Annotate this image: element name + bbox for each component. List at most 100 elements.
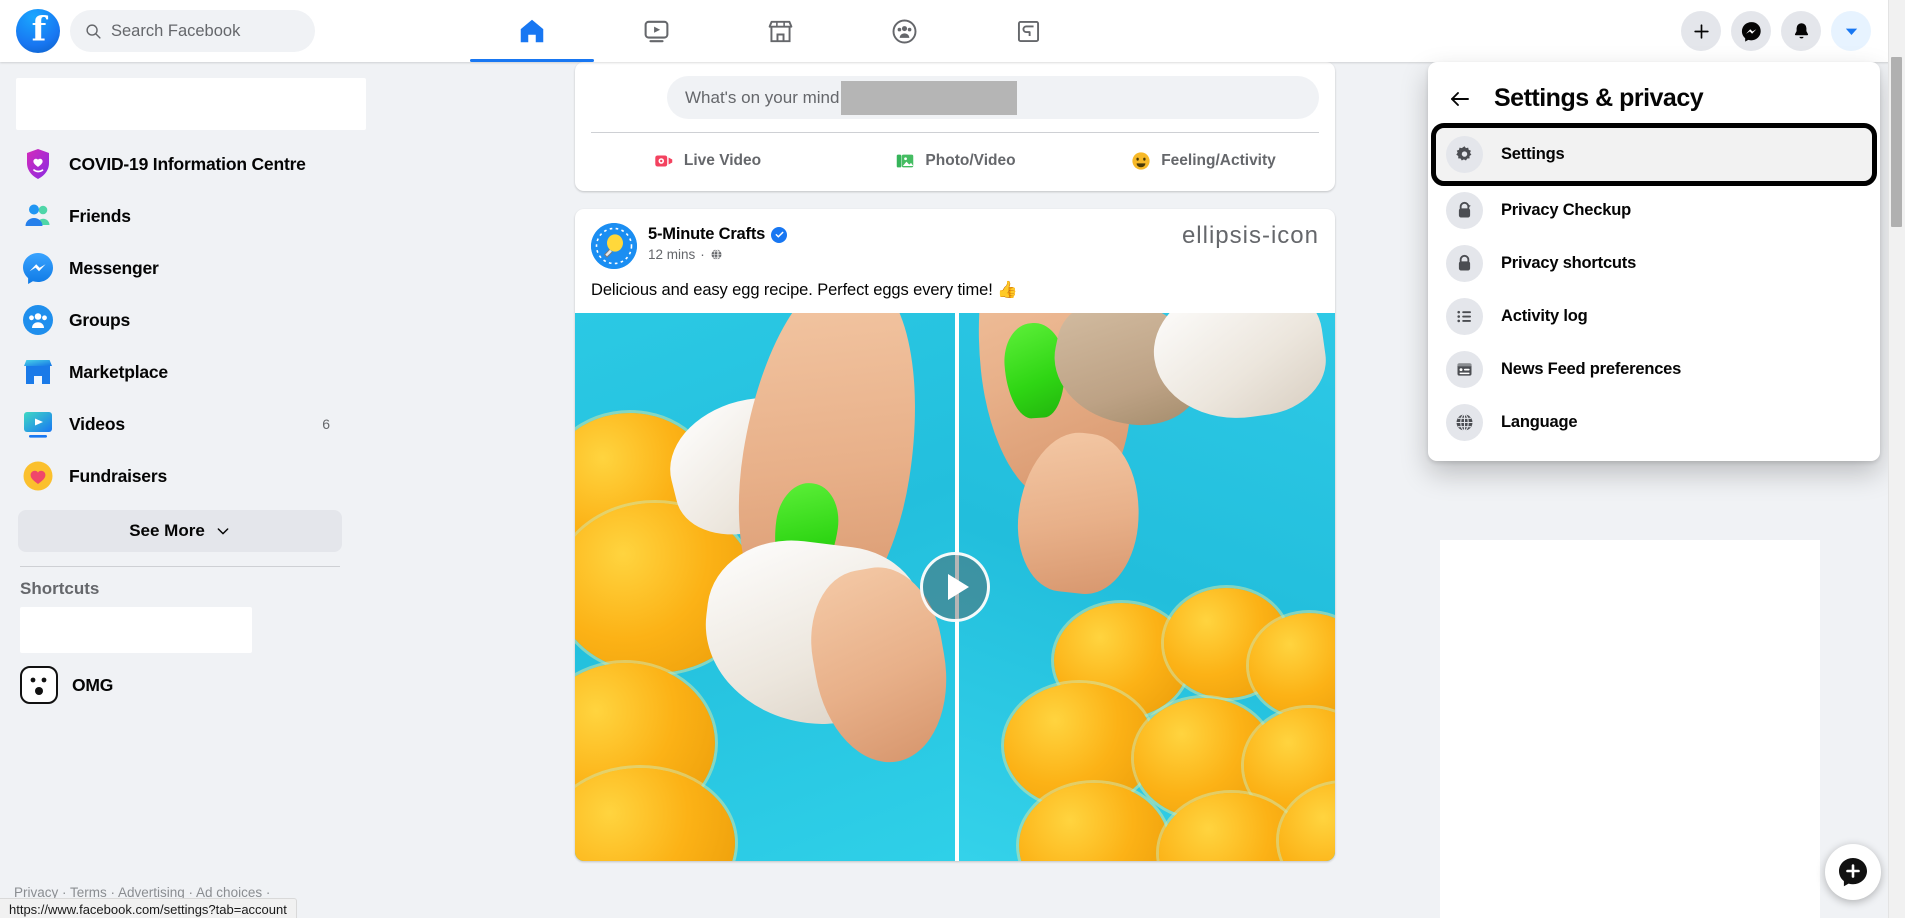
gaming-icon xyxy=(1017,20,1039,42)
top-navigation-bar: Search Facebook xyxy=(0,0,1893,62)
facebook-logo[interactable] xyxy=(16,9,60,53)
friends-icon xyxy=(20,198,56,234)
post-text: Delicious and easy egg recipe. Perfect e… xyxy=(591,281,1018,299)
search-input[interactable]: Search Facebook xyxy=(70,10,315,52)
settings-privacy-dropdown: Settings & privacy Settings Privacy Chec… xyxy=(1428,62,1880,461)
search-placeholder: Search Facebook xyxy=(111,21,241,40)
profile-name-redacted xyxy=(16,78,366,130)
messenger-icon xyxy=(1741,21,1761,42)
messenger-button[interactable] xyxy=(1731,11,1771,51)
feeling-activity-icon xyxy=(1132,152,1150,170)
sidebar-item-label: COVID-19 Information Centre xyxy=(69,153,306,174)
verified-badge-icon xyxy=(771,226,788,243)
composer-action-photo-video[interactable]: Photo/Video xyxy=(831,140,1079,182)
sidebar-item-label: Marketplace xyxy=(69,361,168,382)
sidebar-item-fundraisers[interactable]: Fundraisers xyxy=(12,450,348,502)
post-meta: 5-Minute Crafts 12 mins · xyxy=(648,223,1171,262)
fundraisers-icon xyxy=(20,458,56,494)
composer-name-redacted xyxy=(841,80,1018,115)
arrow-left-icon xyxy=(1451,91,1469,106)
nav-tab-watch[interactable] xyxy=(594,0,718,62)
header-left-group: Search Facebook xyxy=(0,9,315,53)
nav-tab-gaming[interactable] xyxy=(966,0,1090,62)
watch-icon xyxy=(644,20,668,42)
feed-post: 5-Minute Crafts 12 mins · ellipsis-icon … xyxy=(575,209,1335,861)
plus-icon xyxy=(1693,23,1709,39)
scrollbar-thumb[interactable] xyxy=(1891,57,1902,227)
dropdown-item-language[interactable]: Language xyxy=(1436,396,1872,449)
sidebar-item-covid-19-information-centre[interactable]: COVID-19 Information Centre xyxy=(12,138,348,190)
covid-shield-icon xyxy=(20,146,56,182)
sidebar-item-groups[interactable]: Groups xyxy=(12,294,348,346)
composer-action-label: Feeling/Activity xyxy=(1161,152,1276,169)
sidebar-item-label: Videos xyxy=(69,413,125,434)
avatar[interactable] xyxy=(591,223,637,269)
post-timestamp[interactable]: 12 mins xyxy=(648,247,695,262)
videos-icon xyxy=(20,406,56,442)
search-icon xyxy=(86,23,101,39)
dropdown-item-privacy-checkup[interactable]: Privacy Checkup xyxy=(1436,184,1872,237)
composer-input[interactable]: What's on your mind xyxy=(667,76,1319,119)
dropdown-item-label: Language xyxy=(1501,413,1578,431)
notifications-button[interactable] xyxy=(1781,11,1821,51)
account-menu-button[interactable] xyxy=(1831,11,1871,51)
chevron-down-icon xyxy=(1845,28,1857,35)
post-composer-card: What's on your mind Live Video Photo/Vid… xyxy=(575,62,1335,191)
right-column xyxy=(1440,540,1820,918)
post-options-button[interactable]: ellipsis-icon xyxy=(1182,223,1319,247)
create-button[interactable] xyxy=(1681,11,1721,51)
photo-video-icon xyxy=(897,154,914,168)
sidebar-item-label: Friends xyxy=(69,205,131,226)
dropdown-item-activity-log[interactable]: Activity log xyxy=(1436,290,1872,343)
sidebar-item-videos[interactable]: Videos 6 xyxy=(12,398,348,450)
composer-action-live-video[interactable]: Live Video xyxy=(583,140,831,182)
sidebar-item-messenger[interactable]: Messenger xyxy=(12,242,348,294)
sidebar-item-label: Groups xyxy=(69,309,131,330)
chevron-down-icon xyxy=(217,528,229,535)
page-scrollbar[interactable] xyxy=(1888,0,1905,918)
post-video-thumbnail[interactable] xyxy=(575,313,1335,861)
video-play-button[interactable] xyxy=(920,552,990,622)
omg-face-icon xyxy=(20,666,58,704)
sidebar-item-friends[interactable]: Friends xyxy=(12,190,348,242)
header-action-buttons xyxy=(1681,0,1871,62)
new-message-button[interactable] xyxy=(1825,844,1881,900)
see-more-button[interactable]: See More xyxy=(18,510,342,552)
lock-check-icon xyxy=(1446,192,1483,229)
sidebar-divider xyxy=(20,566,340,567)
composer-placeholder: What's on your mind xyxy=(685,87,840,107)
shortcut-redacted xyxy=(20,607,252,653)
messenger-icon xyxy=(20,250,56,286)
news-feed-icon xyxy=(1446,351,1483,388)
dropdown-item-settings[interactable]: Settings xyxy=(1431,123,1877,186)
post-author-name[interactable]: 5-Minute Crafts xyxy=(648,225,765,244)
contacts-list-redacted xyxy=(1440,540,1820,918)
list-icon xyxy=(1446,298,1483,335)
groups-icon xyxy=(20,302,56,338)
nav-tab-marketplace[interactable] xyxy=(718,0,842,62)
composer-action-feeling-activity[interactable]: Feeling/Activity xyxy=(1079,140,1327,182)
dropdown-item-label: News Feed preferences xyxy=(1501,360,1682,378)
nav-tab-groups[interactable] xyxy=(842,0,966,62)
composer-action-label: Live Video xyxy=(683,152,762,169)
sidebar-item-marketplace[interactable]: Marketplace xyxy=(12,346,348,398)
lock-icon xyxy=(1446,245,1483,282)
dropdown-item-privacy-shortcuts[interactable]: Privacy shortcuts xyxy=(1436,237,1872,290)
composer-action-label: Photo/Video xyxy=(925,152,1016,169)
see-more-label: See More xyxy=(129,521,205,540)
bell-icon xyxy=(1794,22,1808,38)
nav-tab-home[interactable] xyxy=(470,0,594,62)
dropdown-item-news-feed-preferences[interactable]: News Feed preferences xyxy=(1436,343,1872,396)
composer-top-row: What's on your mind xyxy=(575,62,1335,132)
videos-badge-count: 6 xyxy=(322,416,330,432)
new-message-icon xyxy=(1839,858,1867,887)
sidebar-item-label: Fundraisers xyxy=(69,465,167,486)
dropdown-item-label: Activity log xyxy=(1501,307,1588,325)
post-separator: · xyxy=(700,247,705,262)
shortcuts-section-title: Shortcuts xyxy=(20,579,100,598)
home-icon xyxy=(520,19,544,43)
live-video-icon xyxy=(655,155,673,167)
facebook-page: Search Facebook xyxy=(0,0,1905,918)
back-button[interactable] xyxy=(1446,87,1474,111)
shortcut-item-omg[interactable]: OMG xyxy=(12,659,348,711)
